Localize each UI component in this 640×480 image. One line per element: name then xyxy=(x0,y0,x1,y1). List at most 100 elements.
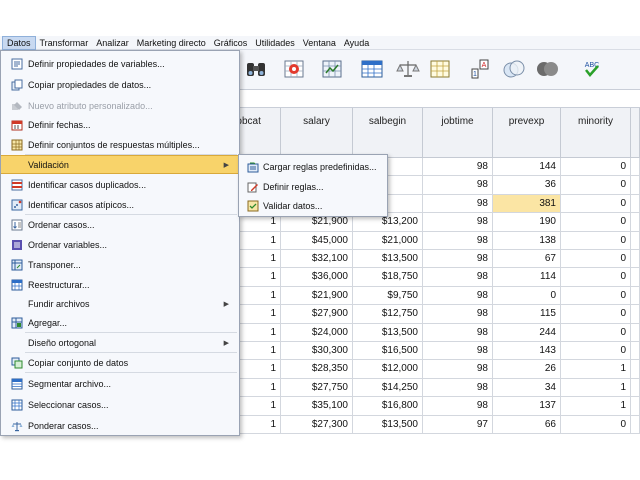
menu-item-sort-cases[interactable]: Ordenar casos... xyxy=(1,215,239,234)
menu-item-define-dates[interactable]: Definir fechas... xyxy=(1,115,239,134)
cell-next-column[interactable] xyxy=(631,231,640,250)
cell-jobtime[interactable]: 98 xyxy=(423,194,493,214)
cell-jobtime[interactable]: 98 xyxy=(423,323,493,342)
submenu-item-define-rules[interactable]: Definir reglas... xyxy=(239,177,387,197)
cell-salary[interactable]: $35,100 xyxy=(281,397,353,416)
cell-next-column[interactable] xyxy=(631,360,640,379)
cell-editor-bar[interactable] xyxy=(240,90,640,108)
cell-prevexp[interactable]: 138 xyxy=(493,231,561,250)
menu-analizar[interactable]: Analizar xyxy=(92,36,133,50)
cell-minority[interactable]: 0 xyxy=(561,231,631,250)
cell-next-column[interactable] xyxy=(631,158,640,177)
menu-ayuda[interactable]: Ayuda xyxy=(340,36,373,50)
cell-jobtime[interactable]: 98 xyxy=(423,342,493,361)
cell-prevexp[interactable]: 244 xyxy=(493,323,561,342)
menu-item-weight-cases[interactable]: Ponderar casos... xyxy=(1,416,239,435)
cell-salbegin[interactable]: $12,750 xyxy=(353,305,423,324)
menu-item-restructure[interactable]: Reestructurar... xyxy=(1,275,239,294)
cell-jobtime[interactable]: 98 xyxy=(423,268,493,287)
column-header-salary[interactable]: salary xyxy=(281,108,353,158)
menu-item-copy-data-properties[interactable]: Copiar propiedades de datos... xyxy=(1,75,239,94)
cell-salary[interactable]: $27,900 xyxy=(281,305,353,324)
cell-jobtime[interactable]: 98 xyxy=(423,176,493,195)
value-labels-icon[interactable]: 1 A xyxy=(468,57,492,81)
menu-utilidades[interactable]: Utilidades xyxy=(251,36,299,50)
cell-salbegin[interactable]: $16,800 xyxy=(353,397,423,416)
menu-item-define-variable-properties[interactable]: Definir propiedades de variables... xyxy=(1,54,239,73)
menu-item-split-file[interactable]: Segmentar archivo... xyxy=(1,374,239,393)
cell-next-column[interactable] xyxy=(631,342,640,361)
cell-prevexp[interactable]: 144 xyxy=(493,158,561,177)
menu-ventana[interactable]: Ventana xyxy=(299,36,340,50)
cell-salary[interactable]: $21,900 xyxy=(281,286,353,306)
cell-prevexp[interactable]: 137 xyxy=(493,397,561,416)
cell-salbegin[interactable]: $14,250 xyxy=(353,378,423,398)
menu-item-copy-dataset[interactable]: Copiar conjunto de datos xyxy=(1,353,239,372)
cell-salary[interactable]: $36,000 xyxy=(281,268,353,287)
cell-jobtime[interactable]: 98 xyxy=(423,158,493,177)
split-file-icon[interactable] xyxy=(360,57,384,81)
cell-minority[interactable]: 1 xyxy=(561,397,631,416)
select-cases-icon[interactable] xyxy=(428,57,452,81)
cell-next-column[interactable] xyxy=(631,305,640,324)
menu-item-validation[interactable]: Validación ▶ xyxy=(1,155,239,174)
cell-next-column[interactable] xyxy=(631,194,640,214)
cell-salary[interactable]: $24,000 xyxy=(281,323,353,342)
column-header-minority[interactable]: minority xyxy=(561,108,631,158)
cell-prevexp[interactable]: 66 xyxy=(493,415,561,434)
cell-salbegin[interactable]: $18,750 xyxy=(353,268,423,287)
cell-minority[interactable]: 0 xyxy=(561,176,631,195)
cell-jobtime[interactable]: 98 xyxy=(423,378,493,398)
cell-salbegin[interactable]: $16,500 xyxy=(353,342,423,361)
cell-prevexp[interactable]: 381 xyxy=(493,194,561,214)
cell-minority[interactable]: 0 xyxy=(561,268,631,287)
cell-salbegin[interactable]: $21,000 xyxy=(353,231,423,250)
cell-minority[interactable]: 0 xyxy=(561,286,631,306)
cell-next-column[interactable] xyxy=(631,323,640,342)
cell-jobtime[interactable]: 97 xyxy=(423,415,493,434)
go-to-variable-icon[interactable] xyxy=(320,57,344,81)
show-all-variables-icon[interactable] xyxy=(536,57,560,81)
cell-jobtime[interactable]: 98 xyxy=(423,250,493,269)
cell-minority[interactable]: 0 xyxy=(561,323,631,342)
go-to-case-icon[interactable] xyxy=(282,57,306,81)
cell-next-column[interactable] xyxy=(631,268,640,287)
cell-next-column[interactable] xyxy=(631,286,640,306)
menu-item-orthogonal-design[interactable]: Diseño ortogonal ▶ xyxy=(1,333,239,352)
cell-minority[interactable]: 0 xyxy=(561,250,631,269)
cell-prevexp[interactable]: 67 xyxy=(493,250,561,269)
cell-jobtime[interactable]: 98 xyxy=(423,360,493,379)
cell-minority[interactable]: 0 xyxy=(561,194,631,214)
cell-minority[interactable]: 1 xyxy=(561,378,631,398)
cell-salbegin[interactable]: $13,500 xyxy=(353,415,423,434)
menu-item-define-multiple-response-sets[interactable]: Definir conjuntos de respuestas múltiple… xyxy=(1,135,239,154)
column-header-salbegin[interactable]: salbegin xyxy=(353,108,423,158)
cell-salary[interactable]: $30,300 xyxy=(281,342,353,361)
cell-jobtime[interactable]: 98 xyxy=(423,305,493,324)
menu-item-identify-duplicate-cases[interactable]: Identificar casos duplicados... xyxy=(1,175,239,194)
cell-jobtime[interactable]: 98 xyxy=(423,213,493,232)
cell-minority[interactable]: 0 xyxy=(561,305,631,324)
cell-minority[interactable]: 0 xyxy=(561,342,631,361)
menu-graficos[interactable]: Gráficos xyxy=(210,36,252,50)
cell-salary[interactable]: $45,000 xyxy=(281,231,353,250)
cell-prevexp[interactable]: 143 xyxy=(493,342,561,361)
cell-prevexp[interactable]: 114 xyxy=(493,268,561,287)
cell-next-column[interactable] xyxy=(631,176,640,195)
cell-next-column[interactable] xyxy=(631,415,640,434)
cell-prevexp[interactable]: 26 xyxy=(493,360,561,379)
cell-next-column[interactable] xyxy=(631,397,640,416)
menu-datos[interactable]: Datos xyxy=(2,35,36,50)
cell-salary[interactable]: $27,300 xyxy=(281,415,353,434)
cell-salbegin[interactable]: $9,750 xyxy=(353,286,423,306)
binoculars-icon[interactable] xyxy=(244,57,268,81)
cell-salbegin[interactable]: $12,000 xyxy=(353,360,423,379)
menu-item-aggregate[interactable]: Agregar... xyxy=(1,313,239,332)
menu-item-select-cases[interactable]: Seleccionar casos... xyxy=(1,395,239,414)
submenu-item-validate-data[interactable]: Validar datos... xyxy=(239,196,387,216)
cell-salary[interactable]: $28,350 xyxy=(281,360,353,379)
cell-salary[interactable]: $32,100 xyxy=(281,250,353,269)
cell-jobtime[interactable]: 98 xyxy=(423,286,493,306)
cell-jobtime[interactable]: 98 xyxy=(423,231,493,250)
menu-marketing-directo[interactable]: Marketing directo xyxy=(133,36,210,50)
